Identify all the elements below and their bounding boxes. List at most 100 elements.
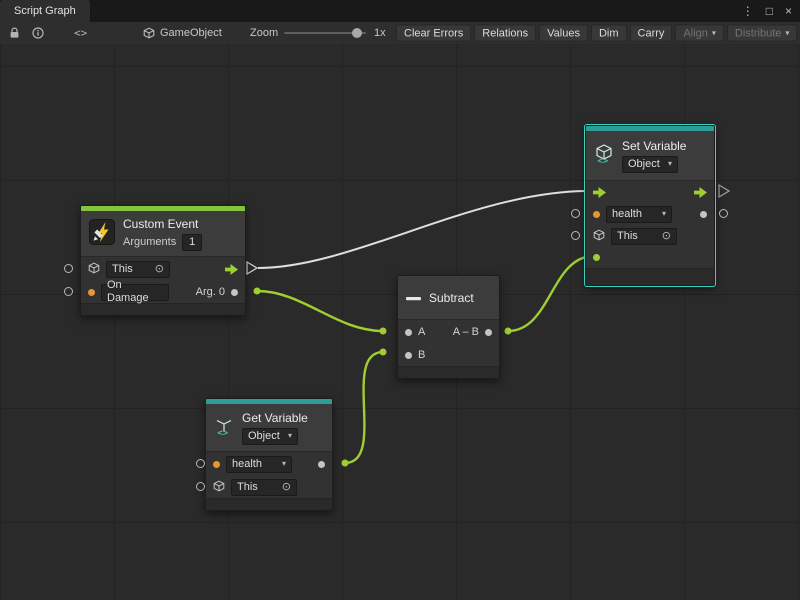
- this-field[interactable]: This ⊙: [106, 261, 170, 278]
- zoom-slider[interactable]: [284, 27, 366, 39]
- port-circle-setvariable-this[interactable]: [571, 231, 580, 240]
- window-controls: ⋮ □ ×: [742, 0, 792, 22]
- connection-flow-customevent-setvariable[interactable]: [258, 191, 588, 268]
- unity-script-graph-window: Script Graph ⋮ □ × <> GameObject Zoom 1x…: [0, 0, 800, 600]
- output-port[interactable]: [485, 329, 492, 336]
- tab-title: Script Graph: [14, 5, 76, 17]
- pane-menu-icon[interactable]: ⋮: [742, 5, 754, 17]
- svg-text:<>: <>: [597, 156, 608, 164]
- port-circle-setvariable-name[interactable]: [571, 209, 580, 218]
- connection-getvariable-subtract-b[interactable]: [345, 352, 383, 463]
- flow-output-port[interactable]: [694, 187, 707, 198]
- code-icon[interactable]: <>: [74, 27, 87, 40]
- chevron-down-icon: ▾: [288, 432, 292, 440]
- wire-endpoint[interactable]: [505, 328, 512, 335]
- chevron-down-icon: ▾: [282, 460, 286, 468]
- zoom-label: Zoom: [250, 27, 278, 39]
- this-value: This: [617, 230, 638, 243]
- toolbar-buttons: Clear Errors Relations Values Dim Carry …: [396, 25, 800, 42]
- maximize-icon[interactable]: □: [766, 5, 773, 17]
- close-icon[interactable]: ×: [785, 5, 792, 17]
- connection-arg0-subtract-a[interactable]: [257, 291, 383, 331]
- variable-icon: <>: [214, 416, 234, 439]
- wire-endpoint[interactable]: [380, 349, 387, 356]
- port-circle-customevent-name[interactable]: [64, 287, 73, 296]
- scope-value: Object: [628, 158, 660, 171]
- event-name-port[interactable]: [88, 289, 95, 296]
- port-circle-getvariable-this[interactable]: [196, 482, 205, 491]
- event-name-field[interactable]: On Damage: [101, 284, 169, 301]
- value-output-port[interactable]: [318, 461, 325, 468]
- input-b-port[interactable]: [405, 352, 412, 359]
- arg0-label: Arg. 0: [196, 286, 225, 298]
- object-picker-icon[interactable]: ⊙: [155, 264, 164, 275]
- variable-name-port[interactable]: [593, 211, 600, 218]
- node-footer: [81, 303, 245, 315]
- flow-output-arrow-setvariable[interactable]: [719, 185, 729, 197]
- gameobject-label: GameObject: [160, 27, 222, 39]
- variable-scope-dropdown[interactable]: Object ▾: [242, 428, 298, 445]
- gameobject-cube-icon: [88, 262, 100, 277]
- value-output-port[interactable]: [700, 211, 707, 218]
- distribute-dropdown[interactable]: Distribute▾: [727, 25, 797, 42]
- zoom-value: 1x: [374, 27, 386, 39]
- wire-endpoint[interactable]: [254, 288, 261, 295]
- variable-name-value: health: [612, 208, 642, 221]
- flow-output-arrow-customevent[interactable]: [247, 262, 257, 274]
- wire-endpoint[interactable]: [380, 328, 387, 335]
- graph-canvas[interactable]: Custom Event Arguments 1 This ⊙: [0, 44, 800, 600]
- variable-name-dropdown[interactable]: health ▾: [606, 206, 672, 223]
- clear-errors-label: Clear Errors: [404, 26, 463, 40]
- connection-subtract-setvariable-value[interactable]: [508, 256, 594, 331]
- chevron-down-icon: ▾: [712, 29, 716, 37]
- zoom-slider-knob[interactable]: [352, 28, 362, 38]
- node-get-variable[interactable]: <> Get Variable Object ▾ health ▾: [205, 398, 333, 511]
- graph-toolbar: <> GameObject Zoom 1x Clear Errors Relat…: [0, 22, 800, 45]
- node-title: Set Variable: [622, 139, 686, 153]
- object-picker-icon[interactable]: ⊙: [662, 231, 671, 242]
- node-custom-event[interactable]: Custom Event Arguments 1 This ⊙: [80, 205, 246, 316]
- node-set-variable[interactable]: <> Set Variable Object ▾: [585, 125, 715, 286]
- value-input-port[interactable]: [593, 254, 600, 261]
- gameobject-cube-icon: [213, 480, 225, 495]
- flow-output-port[interactable]: [225, 264, 238, 275]
- object-picker-icon[interactable]: ⊙: [282, 482, 291, 493]
- lock-icon[interactable]: [9, 27, 20, 39]
- node-title: Custom Event: [123, 217, 202, 231]
- input-b-label: B: [418, 349, 425, 361]
- this-field[interactable]: This ⊙: [611, 228, 677, 245]
- variable-name-port[interactable]: [213, 461, 220, 468]
- port-circle-setvariable-output[interactable]: [719, 209, 728, 218]
- this-value: This: [237, 481, 258, 494]
- carry-button[interactable]: Carry: [630, 25, 673, 42]
- values-button[interactable]: Values: [539, 25, 588, 42]
- relations-label: Relations: [482, 26, 528, 40]
- arguments-field[interactable]: 1: [182, 234, 202, 251]
- output-label: A – B: [453, 326, 479, 338]
- node-footer: [398, 366, 499, 378]
- info-icon[interactable]: [32, 27, 44, 39]
- arg0-output-port[interactable]: [231, 289, 238, 296]
- wire-endpoint[interactable]: [342, 460, 349, 467]
- this-value: This: [112, 263, 133, 276]
- dim-button[interactable]: Dim: [591, 25, 627, 42]
- variable-scope-dropdown[interactable]: Object ▾: [622, 156, 678, 173]
- relations-button[interactable]: Relations: [474, 25, 536, 42]
- variable-name-value: health: [232, 458, 262, 471]
- event-name-value: On Damage: [107, 279, 163, 305]
- variable-icon: <>: [594, 144, 614, 167]
- align-dropdown[interactable]: Align▾: [675, 25, 723, 42]
- dim-label: Dim: [599, 26, 619, 40]
- port-circle-getvariable-name[interactable]: [196, 459, 205, 468]
- port-circle-customevent-this[interactable]: [64, 264, 73, 273]
- this-field[interactable]: This ⊙: [231, 479, 297, 496]
- variable-name-dropdown[interactable]: health ▾: [226, 456, 292, 473]
- clear-errors-button[interactable]: Clear Errors: [396, 25, 471, 42]
- arguments-label: Arguments: [123, 236, 176, 248]
- flow-input-port[interactable]: [593, 187, 606, 198]
- node-subtract[interactable]: Subtract A A – B B: [397, 275, 500, 379]
- node-title: Get Variable: [242, 411, 308, 425]
- tab-script-graph[interactable]: Script Graph: [0, 0, 91, 22]
- input-a-port[interactable]: [405, 329, 412, 336]
- gameobject-icon: [143, 27, 155, 39]
